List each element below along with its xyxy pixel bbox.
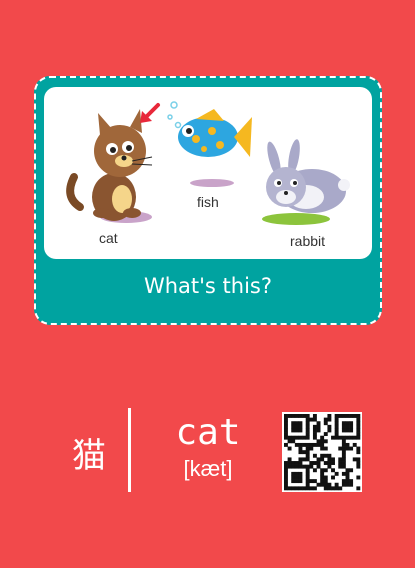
cat-label: cat: [99, 230, 118, 246]
fish-label: fish: [197, 194, 219, 210]
animal-image-panel: cat fish rabbit: [44, 87, 372, 259]
rabbit-icon: [262, 139, 350, 225]
flashcard: cat fish rabbit What's this?: [34, 76, 382, 325]
chinese-character: 猫: [72, 436, 106, 476]
red-arrow-icon: [140, 103, 160, 123]
english-word: cat: [175, 412, 241, 453]
phonetic-transcription: [kæt]: [183, 456, 233, 481]
vocab-section: 猫 cat [kæt]: [0, 400, 415, 500]
rabbit-label: rabbit: [290, 233, 326, 249]
qr-code-icon[interactable]: [282, 412, 362, 492]
divider: [128, 408, 131, 492]
cat-icon: [66, 109, 153, 223]
fish-icon: [167, 101, 252, 187]
question-caption: What's this?: [143, 274, 273, 298]
